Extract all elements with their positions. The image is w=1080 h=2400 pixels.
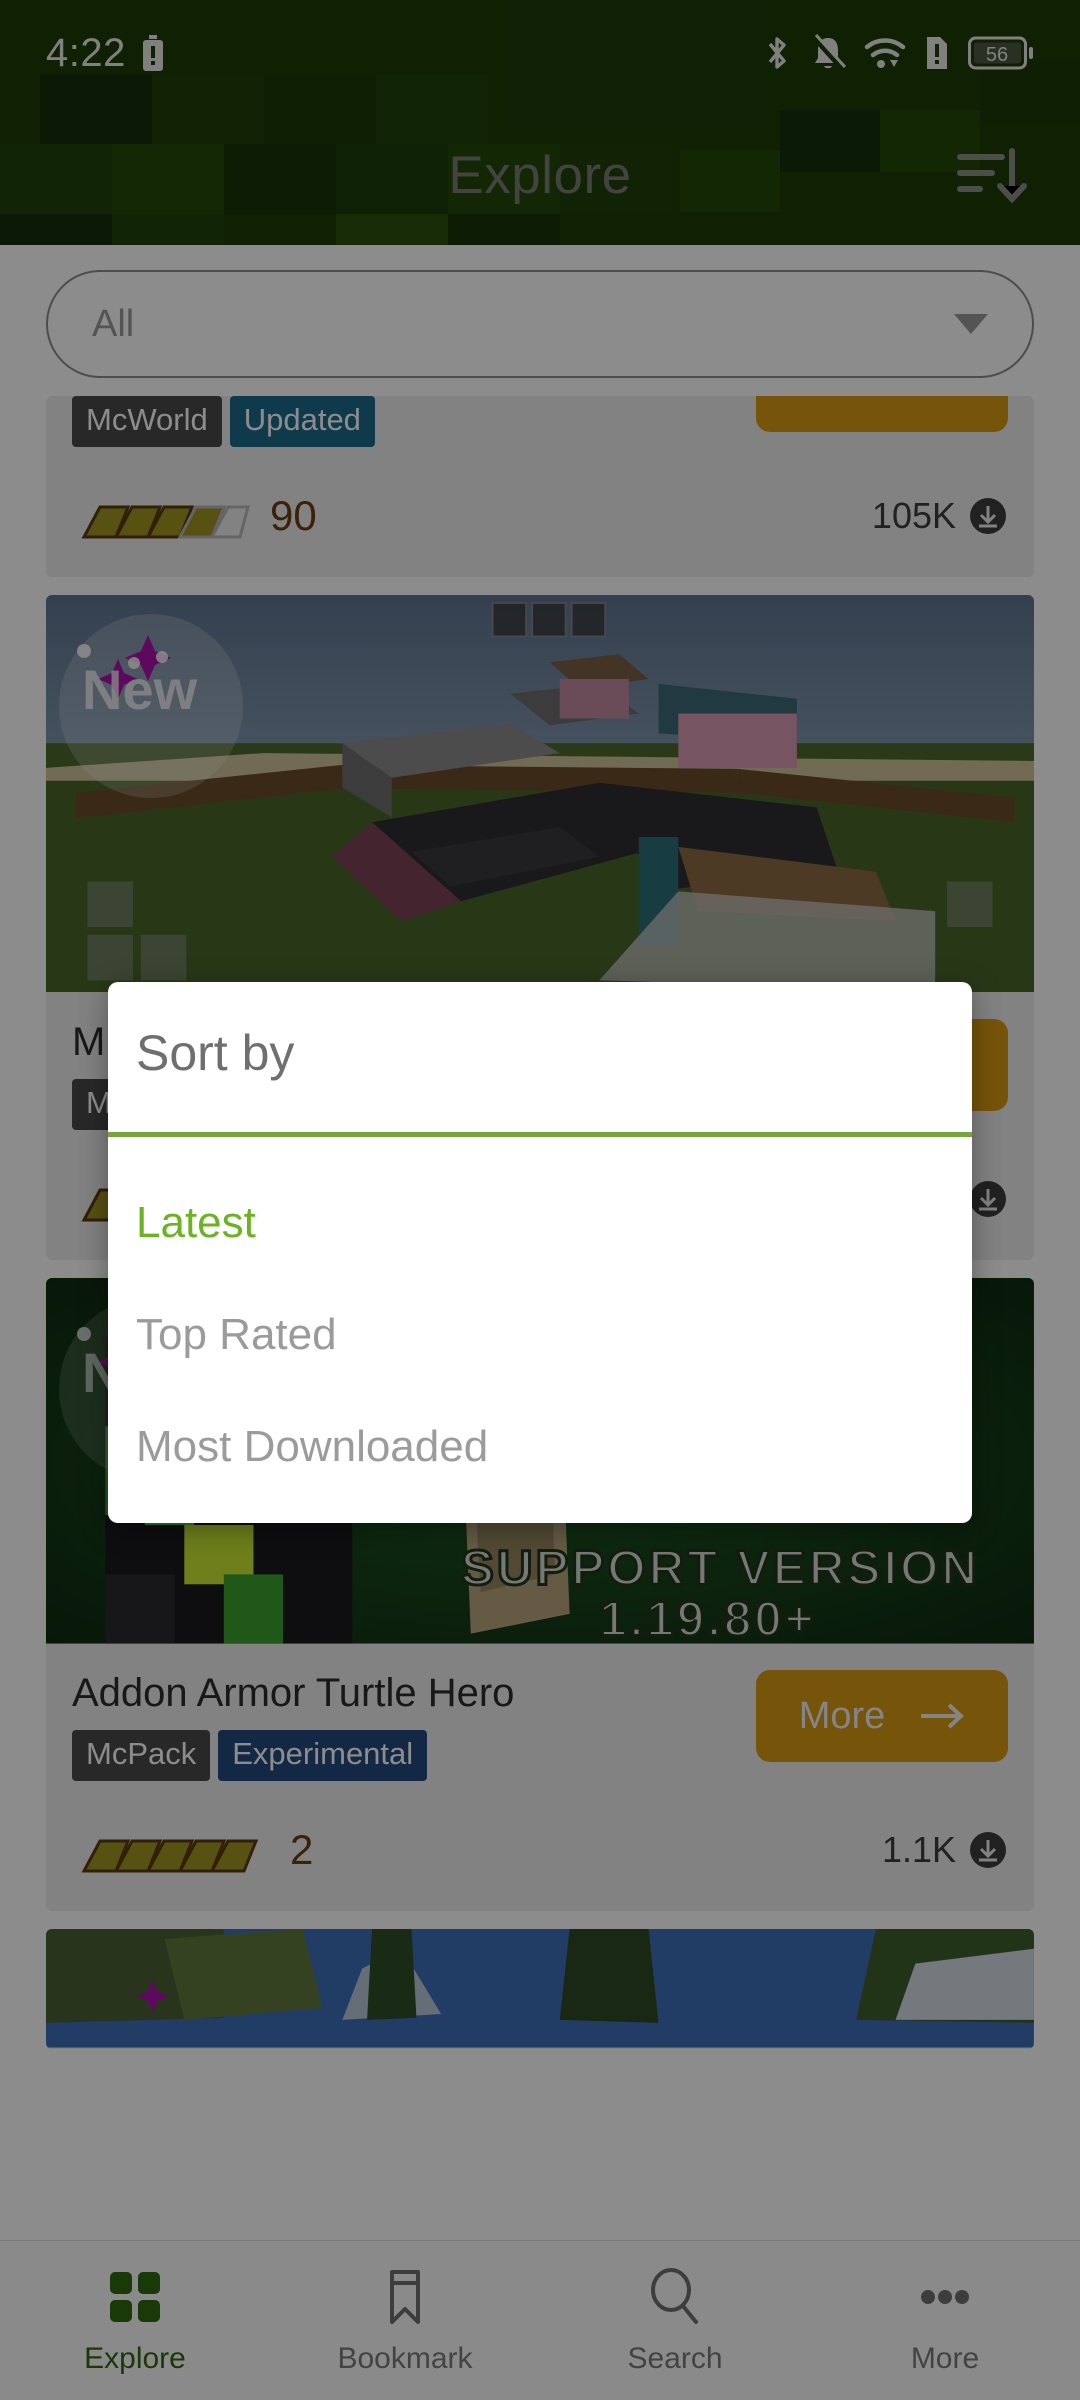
sort-by-dialog: Sort by Latest Top Rated Most Downloaded — [108, 982, 972, 1523]
sort-option-most-downloaded[interactable]: Most Downloaded — [136, 1391, 972, 1503]
sort-option-latest[interactable]: Latest — [136, 1167, 972, 1279]
dialog-title: Sort by — [136, 1025, 295, 1081]
sort-option-top-rated[interactable]: Top Rated — [136, 1279, 972, 1391]
dialog-options-list: Latest Top Rated Most Downloaded — [108, 1137, 972, 1523]
